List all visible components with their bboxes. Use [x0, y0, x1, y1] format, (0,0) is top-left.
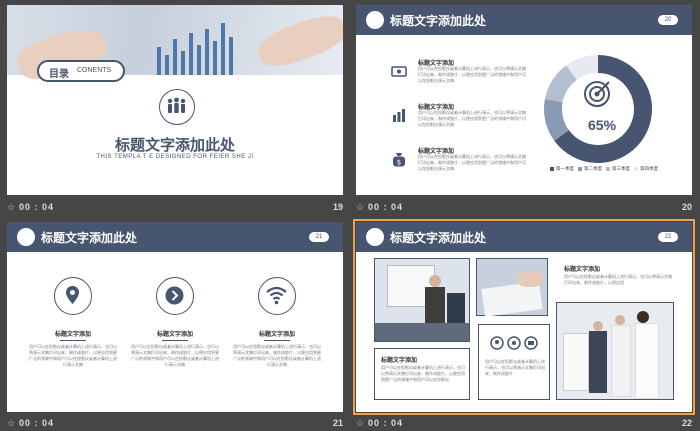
column-text: 用户可以在投影仪或者计算机上进行演示，也可以将演示文稿打印出来，制作成胶片，以便… — [29, 344, 117, 367]
column-title: 标题文字添加 — [54, 332, 91, 338]
slide-number: 20 — [681, 202, 692, 212]
slide-footer-21: ☆ 00 : 04 21 — [7, 416, 343, 430]
legend-label: 第一季度 — [556, 166, 574, 171]
page-pill: 20 — [658, 15, 678, 25]
column-text: 用户可以在投影仪或者计算机上进行演示，也可以将演示文稿打印出来，制作成胶片，以便… — [131, 344, 219, 367]
slide-thumbnail-22[interactable]: 标题文字添加此处 22 标题文字添加 用户可以在投影仪或者计算机上进行演示，也可… — [353, 219, 695, 415]
donut-slice — [544, 65, 578, 103]
slide-timing: 00 : 04 — [368, 418, 404, 428]
slide-number: 19 — [332, 202, 343, 212]
donut-center-label: 65% — [588, 117, 617, 133]
slide-header: 标题文字添加此处 22 — [356, 222, 692, 252]
transition-icon: ☆ — [356, 202, 365, 212]
slide-number: 21 — [332, 418, 343, 428]
legend-label: 第四季度 — [640, 166, 658, 171]
slide-title: 标题文字添加此处 — [114, 137, 235, 154]
slide-footer-19: ☆ 00 : 04 19 — [7, 200, 343, 214]
team-photo — [556, 302, 674, 400]
legend-label: 第三季度 — [612, 166, 630, 171]
slide-footer-20: ☆ 00 : 04 20 — [356, 200, 692, 214]
slide-timing: 00 : 04 — [19, 202, 55, 212]
slide-thumbnail-19[interactable]: 目录 CONENTS 标题文字添加此处 THIS TEMPLA T E DESI… — [7, 5, 343, 195]
target-icon — [584, 81, 610, 107]
slide-subtitle: THIS TEMPLA T E DESIGNED FOR FEIER SHE J… — [96, 154, 254, 160]
slide-timing: 00 : 04 — [19, 418, 55, 428]
money-bag-icon: $ — [393, 153, 405, 167]
row-text: 用户可以在投影仪或者计算机上进行演示，也可以将演示文稿打印出来，制作成胶片，以便… — [418, 110, 526, 127]
row-text: 用户可以在投影仪或者计算机上进行演示，也可以将演示文稿打印出来，制作成胶片，以便… — [418, 66, 526, 83]
transition-icon: ☆ — [7, 202, 16, 212]
slide-header: 标题文字添加此处 21 — [7, 222, 343, 252]
slide-thumbnail-20[interactable]: 标题文字添加此处 20 标题文字添加 用户可以在投影仪或者计算机上进行演示，也可… — [356, 5, 692, 195]
transition-icon: ☆ — [356, 418, 365, 428]
slide-thumbnail-21[interactable]: 标题文字添加此处 21 标题文字添加 用户可以在投影仪或者计算机上进行演示，也可… — [7, 222, 343, 412]
header-title: 标题文字添加此处 — [41, 231, 138, 245]
team-logo-icon — [366, 11, 384, 29]
wifi-icon — [258, 277, 296, 315]
legend-label: 第二季度 — [584, 166, 602, 171]
slide-number: 22 — [681, 418, 692, 428]
svg-text:$: $ — [397, 159, 401, 167]
toc-label-cn: 目录 — [49, 69, 69, 80]
box-text: 用户可以在投影仪或者计算机上进行演示，也可以将演示文稿打印出来，制作成胶片 — [485, 359, 545, 376]
legend-item: 第四季度 — [634, 166, 658, 172]
team-icon — [159, 89, 195, 125]
divider — [162, 340, 188, 341]
text-box: 标题文字添加 用户可以在投影仪或者计算机上进行演示，也可以将演示文稿打印出来，制… — [374, 348, 470, 400]
row-text: 用户可以在投影仪或者计算机上进行演示，也可以将演示文稿打印出来，制作成胶片，以便… — [418, 154, 526, 171]
box-text: 用户可以在投影仪或者计算机上进行演示，也可以将演示文稿打印出来，制作成胶片，以便… — [564, 274, 672, 285]
box-text: 用户可以在投影仪或者计算机上进行演示，也可以将演示文稿打印出来，制作成胶片，以便… — [381, 365, 465, 382]
header-title: 标题文字添加此处 — [390, 231, 487, 245]
desk-photo — [476, 258, 548, 317]
column-title: 标题文字添加 — [258, 332, 295, 338]
slide-timing: 00 : 04 — [368, 202, 404, 212]
box-title: 标题文字添加 — [381, 358, 418, 364]
slide-footer-22: ☆ 00 : 04 22 — [356, 416, 692, 430]
presentation-photo — [374, 258, 470, 342]
divider — [264, 340, 290, 341]
box-title: 标题文字添加 — [564, 267, 601, 273]
team-logo-icon — [17, 228, 35, 246]
column-text: 用户可以在投影仪或者计算机上进行演示，也可以将演示文稿打印出来，制作成胶片，以便… — [233, 344, 321, 367]
toc-label-en: CONENTS — [77, 67, 112, 74]
page-pill: 22 — [658, 232, 678, 242]
legend-item: 第二季度 — [578, 166, 602, 172]
team-logo-icon — [366, 228, 384, 246]
header-title: 标题文字添加此处 — [390, 14, 487, 28]
location-pin-icon — [54, 277, 92, 315]
page-pill: 21 — [309, 232, 329, 242]
legend-item: 第三季度 — [606, 166, 630, 172]
donut-chart — [544, 55, 652, 163]
money-icon — [391, 66, 407, 77]
donut-slice — [566, 55, 599, 81]
arrow-right-circle-icon — [156, 277, 194, 315]
legend-item: 第一季度 — [550, 166, 574, 172]
divider — [60, 340, 86, 341]
slide-header: 标题文字添加此处 20 — [356, 5, 692, 35]
column-title: 标题文字添加 — [156, 332, 193, 338]
contents-badge: 目录 CONENTS — [37, 60, 125, 82]
transition-icon: ☆ — [7, 418, 16, 428]
donut-slice — [544, 98, 570, 141]
network-icon — [490, 336, 538, 350]
chart-icon — [393, 109, 405, 122]
icon-box: 用户可以在投影仪或者计算机上进行演示，也可以将演示文稿打印出来，制作成胶片 — [478, 324, 550, 400]
